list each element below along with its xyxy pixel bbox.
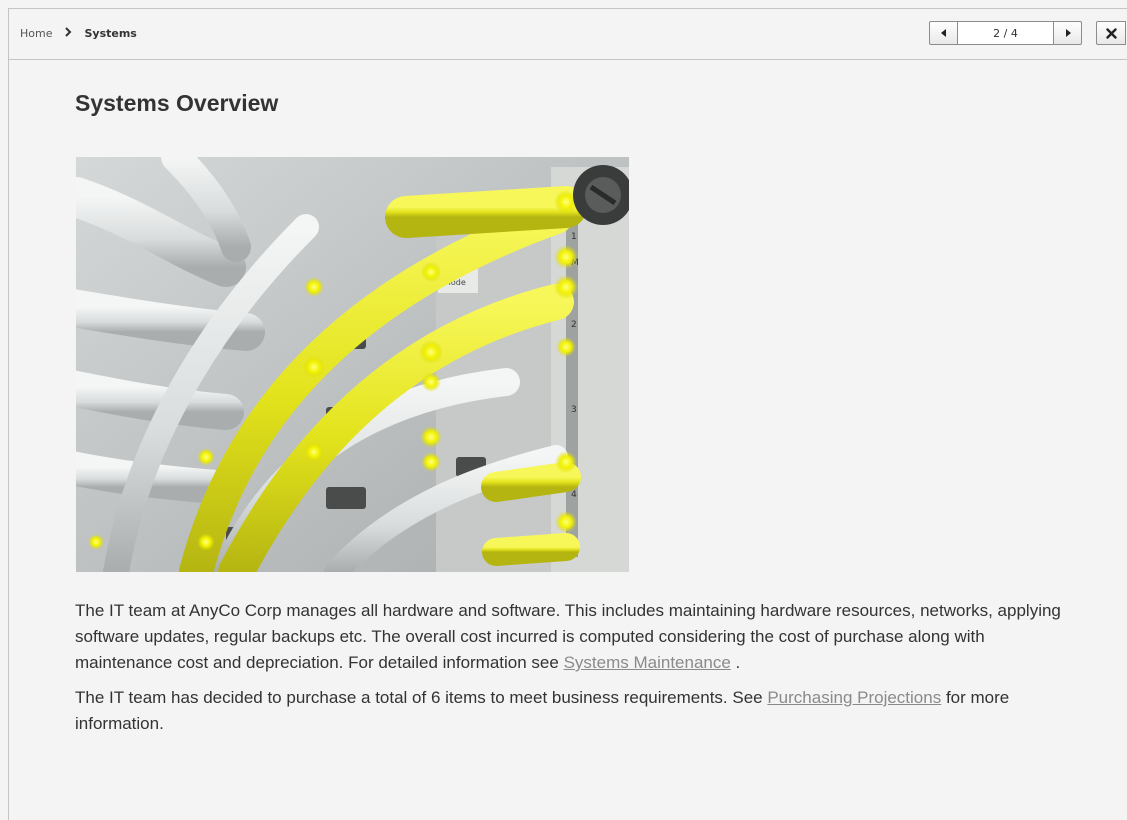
close-button[interactable] (1096, 21, 1126, 45)
svg-text:2: 2 (571, 320, 577, 330)
triangle-left-icon (940, 29, 946, 37)
paragraph2-text: The IT team has decided to purchase a to… (75, 688, 768, 707)
svg-text:3: 3 (571, 405, 577, 415)
page-counter: 2 / 4 (958, 21, 1053, 45)
network-cables-illustration: 1 M 2 3 4 Mode (76, 157, 629, 572)
chevron-right-icon (64, 26, 72, 40)
top-toolbar: Home Systems 2 / 4 (9, 9, 1127, 60)
article-body: The IT team at AnyCo Corp manages all ha… (75, 598, 1065, 746)
systems-maintenance-link[interactable]: Systems Maintenance (564, 653, 731, 672)
content-frame: Home Systems 2 / 4 Systems Overview 1 2 … (8, 8, 1127, 820)
svg-text:1: 1 (571, 232, 577, 242)
svg-text:4: 4 (571, 490, 577, 500)
breadcrumb-current: Systems (84, 26, 137, 40)
paragraph1-suffix: . (730, 653, 741, 672)
triangle-right-icon (1065, 29, 1071, 37)
purchasing-projections-link[interactable]: Purchasing Projections (767, 688, 941, 707)
page-navigator: 2 / 4 (929, 21, 1082, 45)
network-cables-image: 1 M 2 3 4 Mode (76, 157, 629, 572)
page-title: Systems Overview (75, 90, 279, 116)
previous-page-button[interactable] (929, 21, 958, 45)
paragraph-systems-overview: The IT team at AnyCo Corp manages all ha… (75, 598, 1065, 676)
paragraph-purchase: The IT team has decided to purchase a to… (75, 685, 1065, 737)
next-page-button[interactable] (1053, 21, 1082, 45)
breadcrumb-home-link[interactable]: Home (20, 27, 52, 40)
close-icon (1105, 27, 1117, 39)
breadcrumb: Home Systems (20, 26, 137, 40)
